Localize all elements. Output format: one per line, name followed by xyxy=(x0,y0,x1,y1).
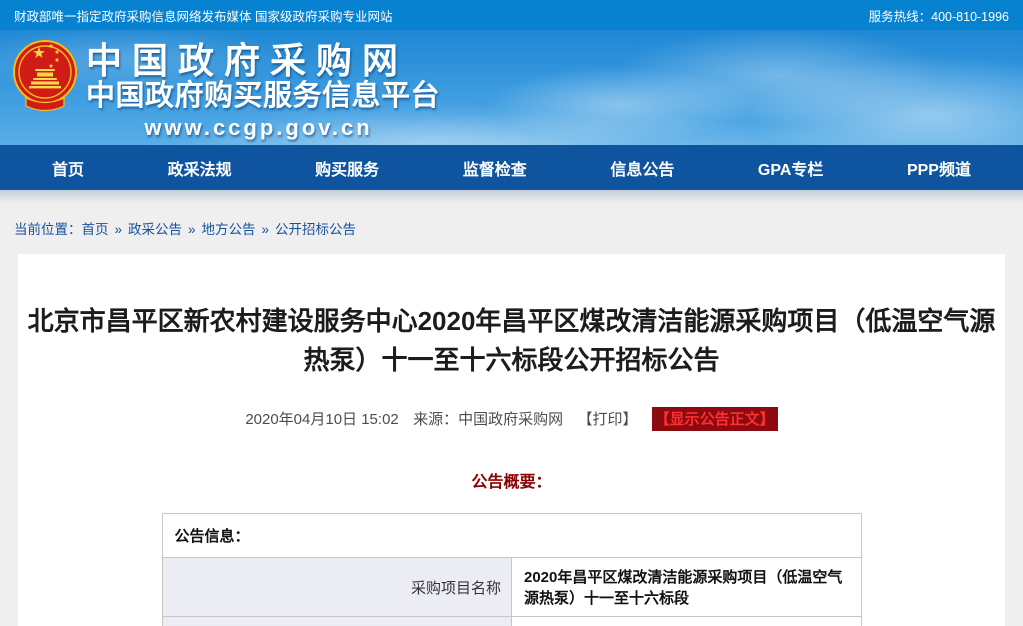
info-table-body: 公告信息： 采购项目名称2020年昌平区煤改清洁能源采购项目（低温空气源热泵）十… xyxy=(162,514,861,626)
site-url: www.ccgp.gov.cn xyxy=(86,115,431,141)
nav-item-home[interactable]: 首页 xyxy=(52,156,84,180)
breadcrumb-item-local-announcements[interactable]: 地方公告 xyxy=(202,222,256,237)
breadcrumb-separator: » xyxy=(262,222,270,237)
row-value: 货物/通用设备/电气设备/其他电气设备 xyxy=(512,617,862,626)
site-header: 中 国 政 府 采 购 网 中国政府购买服务信息平台 www.ccgp.gov.… xyxy=(0,30,1023,145)
announcement-info-table: 公告信息： 采购项目名称2020年昌平区煤改清洁能源采购项目（低温空气源热泵）十… xyxy=(162,513,862,626)
publish-datetime: 2020年04月10日 15:02 xyxy=(245,411,398,428)
breadcrumb-item-procurement-announcements[interactable]: 政采公告 xyxy=(128,222,182,237)
site-title: 中 国 政 府 采 购 网 xyxy=(86,42,440,80)
nav-item-supervision[interactable]: 监督检查 xyxy=(463,156,527,180)
top-utility-bar: 财政部唯一指定政府采购信息网络发布媒体 国家级政府采购专业网站 服务热线：400… xyxy=(0,0,1023,30)
article-source: 来源：中国政府采购网 xyxy=(413,411,563,428)
china-national-emblem-icon xyxy=(12,36,78,133)
table-header-cell: 公告信息： xyxy=(162,514,861,558)
breadcrumb-prefix: 当前位置： xyxy=(14,222,82,237)
breadcrumb-separator: » xyxy=(115,222,123,237)
table-header-row: 公告信息： xyxy=(162,514,861,558)
breadcrumb-separator: » xyxy=(188,222,196,237)
article-meta: 2020年04月10日 15:02 来源：中国政府采购网 【打印】 【显示公告正… xyxy=(18,407,1005,431)
print-button[interactable]: 【打印】 xyxy=(577,411,637,428)
site-tagline: 财政部唯一指定政府采购信息网络发布媒体 国家级政府采购专业网站 xyxy=(14,6,392,25)
breadcrumb: 当前位置：首页 » 政采公告 » 地方公告 » 公开招标公告 xyxy=(0,203,1023,248)
breadcrumb-items: 首页 » 政采公告 » 地方公告 » 公开招标公告 xyxy=(82,222,357,237)
nav-item-gpa[interactable]: GPA专栏 xyxy=(758,156,824,180)
page-title: 北京市昌平区新农村建设服务中心2020年昌平区煤改清洁能源采购项目（低温空气源热… xyxy=(24,302,999,380)
show-announcement-body-button[interactable]: 【显示公告正文】 xyxy=(652,407,778,431)
table-row: 品目货物/通用设备/电气设备/其他电气设备 xyxy=(162,617,861,626)
breadcrumb-item-open-tender-announcements[interactable]: 公开招标公告 xyxy=(275,222,356,237)
row-value: 2020年昌平区煤改清洁能源采购项目（低温空气源热泵）十一至十六标段 xyxy=(512,558,862,617)
nav-item-announcements[interactable]: 信息公告 xyxy=(610,156,674,180)
nav-item-purchase-services[interactable]: 购买服务 xyxy=(315,156,379,180)
service-hotline: 服务热线：400-810-1996 xyxy=(869,6,1009,25)
nav-item-ppp[interactable]: PPP频道 xyxy=(907,156,971,180)
breadcrumb-item-home[interactable]: 首页 xyxy=(82,222,109,237)
nav-item-regulations[interactable]: 政采法规 xyxy=(168,156,232,180)
site-subtitle: 中国政府购买服务信息平台 xyxy=(86,80,440,113)
main-nav: 首页 政采法规 购买服务 监督检查 信息公告 GPA专栏 PPP频道 xyxy=(0,145,1023,190)
row-label: 品目 xyxy=(162,617,512,626)
row-label: 采购项目名称 xyxy=(162,558,512,617)
nav-shadow xyxy=(0,190,1023,203)
table-row: 采购项目名称2020年昌平区煤改清洁能源采购项目（低温空气源热泵）十一至十六标段 xyxy=(162,558,861,617)
summary-heading: 公告概要： xyxy=(18,468,1005,492)
content-card: 北京市昌平区新农村建设服务中心2020年昌平区煤改清洁能源采购项目（低温空气源热… xyxy=(18,254,1005,626)
site-branding: 中 国 政 府 采 购 网 中国政府购买服务信息平台 www.ccgp.gov.… xyxy=(86,42,440,141)
